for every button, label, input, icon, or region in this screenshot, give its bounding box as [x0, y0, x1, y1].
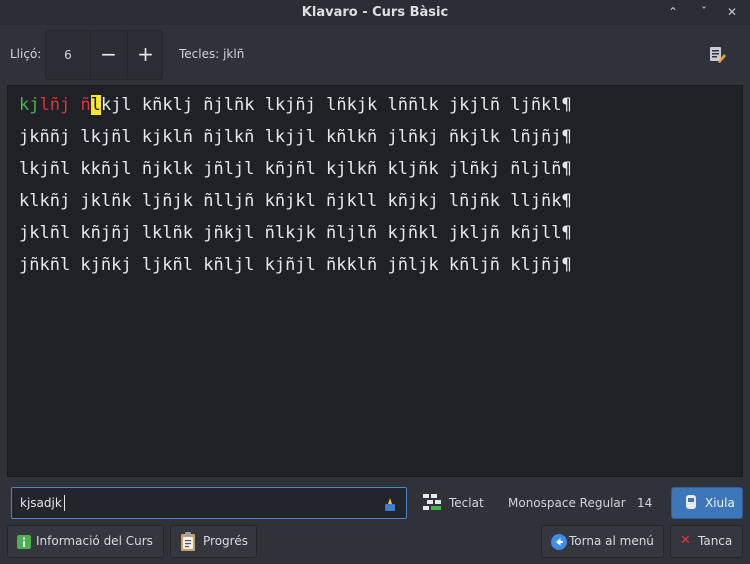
back-to-menu-label: Torna al menú	[569, 534, 654, 548]
space-char	[70, 95, 80, 115]
klavaro-window: Klavaro - Curs Bàsic ⌃ ˇ ✕ Lliçó: 6 − + …	[0, 0, 750, 564]
typing-input[interactable]: kjsadjk	[11, 487, 407, 519]
typed-error-text: lñj	[39, 95, 71, 115]
exercise-line: jklñl kñjñj lklñk jñkjl ñlkjk ñljlñ kjñk…	[19, 223, 572, 243]
notes-icon	[710, 47, 726, 63]
minimize-button[interactable]: ˇ	[694, 3, 714, 21]
progress-label: Progrés	[203, 534, 248, 548]
cursor-char: l	[90, 95, 101, 115]
whistle-icon	[686, 495, 696, 509]
close-button[interactable]: ✕ Tanca	[670, 525, 743, 558]
exercise-line: jñkñl kjñkj ljkñl kñljl kjñjl ñkklñ jñlj…	[19, 255, 572, 275]
close-icon: ✕	[680, 533, 691, 548]
pending-text: kjl kñklj ñjlñk lkjñj lñkjk lññlk jkjlñ …	[100, 95, 572, 115]
whistle-button[interactable]: Xiula	[671, 487, 743, 519]
lesson-number-input[interactable]: 6	[46, 31, 90, 79]
close-label: Tanca	[698, 534, 733, 548]
font-name-label[interactable]: Monospace Regular	[508, 496, 626, 510]
notes-button[interactable]	[700, 40, 732, 70]
whistle-label: Xiula	[705, 496, 735, 510]
text-caret	[64, 495, 65, 511]
progress-button[interactable]: Progrés	[170, 525, 257, 558]
back-to-menu-button[interactable]: Torna al menú	[541, 525, 664, 558]
keyboard-icon	[423, 494, 441, 510]
typed-error-text: ñ	[80, 95, 91, 115]
clear-input-icon[interactable]	[382, 496, 398, 512]
info-icon	[17, 535, 31, 549]
keyboard-button[interactable]: Teclat	[418, 488, 490, 518]
exercise-line: klkñj jklñk ljñjk ñlljñ kñjkl ñjkll kñjk…	[19, 191, 572, 211]
keys-label: Tecles: jklñ	[179, 47, 245, 61]
decrement-button[interactable]: −	[90, 31, 126, 79]
window-title: Klavaro - Curs Bàsic	[301, 5, 449, 20]
exercise-text-area: kjlñj ñlkjl kñklj ñjlñk lkjñj lñkjk lññl…	[7, 85, 743, 477]
exercise-line: kjlñj ñlkjl kñklj ñjlñk lkjñj lñkjk lññl…	[19, 93, 572, 117]
font-size-label[interactable]: 14	[637, 496, 652, 510]
clipboard-icon	[181, 532, 195, 551]
exercise-line: lkjñl kkñjl ñjklk jñljl kñjñl kjlkñ kljñ…	[19, 159, 572, 179]
maximize-button[interactable]: ⌃	[663, 3, 683, 21]
keyboard-label: Teclat	[449, 496, 484, 510]
course-info-label: Informació del Curs	[36, 534, 153, 548]
increment-button[interactable]: +	[127, 31, 163, 79]
typed-correct-text: kj	[19, 95, 40, 115]
exercise-line: jkññj lkjñl kjklñ ñjlkñ lkjjl kñlkñ jlñk…	[19, 127, 572, 147]
title-bar: Klavaro - Curs Bàsic ⌃ ˇ ✕	[0, 0, 750, 25]
lesson-stepper: 6 − +	[45, 30, 163, 80]
back-arrow-icon	[551, 534, 567, 550]
close-window-button[interactable]: ✕	[722, 3, 742, 21]
typing-input-value: kjsadjk	[20, 496, 62, 510]
lesson-label: Lliçó:	[10, 47, 42, 61]
course-info-button[interactable]: Informació del Curs	[7, 525, 164, 558]
